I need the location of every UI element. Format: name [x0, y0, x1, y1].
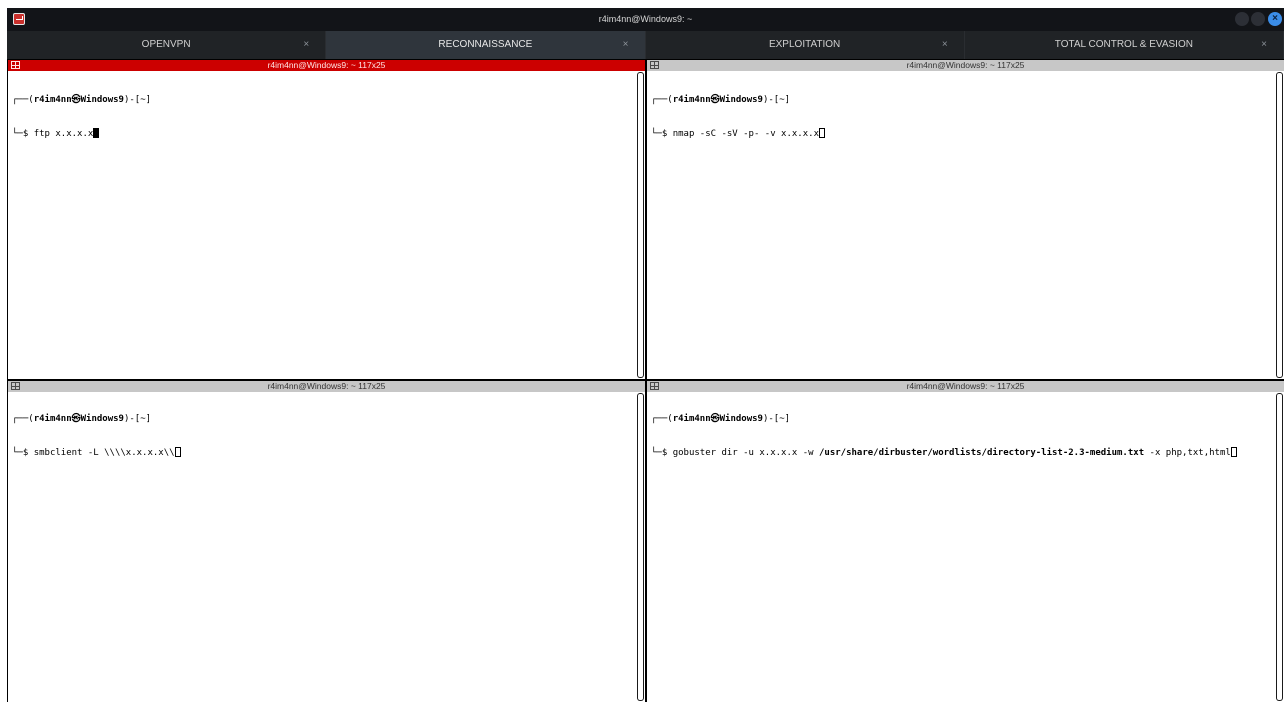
command-text: nmap -sC -sV -p- -v x.x.x.x [672, 129, 819, 139]
user-host: r4im4nn㉿Windows9 [672, 95, 763, 105]
title-bar[interactable]: r4im4nn@Windows9: ~ × [7, 8, 1284, 31]
pane-header[interactable]: r4im4nn@Windows9: ~ 117x25 [647, 60, 1284, 71]
command-line: └─$ ftp x.x.x.x [12, 128, 633, 139]
text-cursor [93, 128, 100, 138]
prompt-line: ┌──(r4im4nn㉿Windows9)-[~] [12, 414, 152, 424]
scrollbar-thumb[interactable] [638, 394, 643, 700]
tab-close-icon[interactable]: × [1261, 31, 1267, 59]
split-pane-icon[interactable] [650, 382, 659, 390]
maximize-button[interactable] [1251, 12, 1265, 26]
text-cursor [819, 128, 825, 138]
split-pane-icon[interactable] [11, 382, 20, 390]
split-pane-icon[interactable] [650, 61, 659, 69]
terminal-pane-bottom-right[interactable]: r4im4nn@Windows9: ~ 117x25 ┌──(r4im4nn㉿W… [647, 381, 1284, 702]
tab-close-icon[interactable]: × [303, 31, 309, 59]
tab-exploitation[interactable]: EXPLOITATION × [646, 31, 965, 59]
terminal-pane-top-left[interactable]: r4im4nn@Windows9: ~ 117x25 ┌──(r4im4nn㉿W… [8, 60, 645, 379]
scrollbar-thumb[interactable] [1277, 394, 1282, 700]
tab-label: OPENVPN [141, 39, 191, 50]
scrollbar-thumb[interactable] [638, 73, 643, 377]
prompt-line: ┌──(r4im4nn㉿Windows9)-[~] [651, 414, 791, 424]
pane-title: r4im4nn@Windows9: ~ 117x25 [906, 60, 1025, 70]
command-text: smbclient -L \\\\x.x.x.x\\ [33, 448, 175, 458]
user-host: r4im4nn㉿Windows9 [33, 414, 124, 424]
scrollbar-thumb[interactable] [1277, 73, 1282, 377]
tab-total-control-evasion[interactable]: TOTAL CONTROL & EVASION × [965, 31, 1284, 59]
command-line: └─$ smbclient -L \\\\x.x.x.x\\ [12, 447, 633, 458]
terminal-output[interactable]: ┌──(r4im4nn㉿Windows9)-[~] └─$ nmap -sC -… [651, 73, 1272, 161]
terminal-output[interactable]: ┌──(r4im4nn㉿Windows9)-[~] └─$ gobuster d… [651, 392, 1272, 480]
scrollbar[interactable] [1276, 393, 1283, 701]
command-text: gobuster dir -u x.x.x.x -w [672, 448, 819, 458]
terminal-window: r4im4nn@Windows9: ~ × OPENVPN × RECONNAI… [7, 8, 1284, 702]
close-window-button[interactable]: × [1268, 12, 1282, 26]
tab-bar: OPENVPN × RECONNAISSANCE × EXPLOITATION … [7, 31, 1284, 59]
pane-header[interactable]: r4im4nn@Windows9: ~ 117x25 [8, 60, 645, 71]
tab-label: EXPLOITATION [768, 39, 841, 50]
pane-title: r4im4nn@Windows9: ~ 117x25 [267, 60, 386, 70]
minimize-button[interactable] [1235, 12, 1249, 26]
command-line: └─$ nmap -sC -sV -p- -v x.x.x.x [651, 128, 1272, 139]
tab-label: TOTAL CONTROL & EVASION [1054, 39, 1193, 50]
user-host: r4im4nn㉿Windows9 [33, 95, 124, 105]
scrollbar[interactable] [1276, 72, 1283, 378]
text-cursor [1230, 447, 1237, 457]
pane-title: r4im4nn@Windows9: ~ 117x25 [267, 381, 386, 391]
scrollbar[interactable] [637, 393, 644, 701]
pane-header[interactable]: r4im4nn@Windows9: ~ 117x25 [647, 381, 1284, 392]
scrollbar[interactable] [637, 72, 644, 378]
wordlist-path: /usr/share/dirbuster/wordlists/directory… [819, 448, 1145, 458]
terminal-output[interactable]: ┌──(r4im4nn㉿Windows9)-[~] └─$ ftp x.x.x.… [12, 73, 633, 161]
tab-label: RECONNAISSANCE [438, 39, 533, 50]
tab-close-icon[interactable]: × [623, 31, 629, 59]
tab-close-icon[interactable]: × [942, 31, 948, 59]
prompt-line: ┌──(r4im4nn㉿Windows9)-[~] [12, 95, 152, 105]
split-pane-icon[interactable] [11, 61, 20, 69]
pane-title: r4im4nn@Windows9: ~ 117x25 [906, 381, 1025, 391]
terminal-output[interactable]: ┌──(r4im4nn㉿Windows9)-[~] └─$ smbclient … [12, 392, 633, 480]
text-cursor [174, 447, 181, 457]
tab-openvpn[interactable]: OPENVPN × [7, 31, 327, 59]
tab-reconnaissance[interactable]: RECONNAISSANCE × [326, 31, 646, 59]
prompt-line: ┌──(r4im4nn㉿Windows9)-[~] [651, 95, 791, 105]
window-title: r4im4nn@Windows9: ~ [598, 14, 693, 24]
terminal-pane-bottom-left[interactable]: r4im4nn@Windows9: ~ 117x25 ┌──(r4im4nn㉿W… [8, 381, 645, 702]
command-line: └─$ gobuster dir -u x.x.x.x -w /usr/shar… [651, 447, 1272, 458]
user-host: r4im4nn㉿Windows9 [672, 414, 763, 424]
pane-header[interactable]: r4im4nn@Windows9: ~ 117x25 [8, 381, 645, 392]
command-text: ftp x.x.x.x [33, 129, 94, 139]
terminal-pane-top-right[interactable]: r4im4nn@Windows9: ~ 117x25 ┌──(r4im4nn㉿W… [647, 60, 1284, 379]
